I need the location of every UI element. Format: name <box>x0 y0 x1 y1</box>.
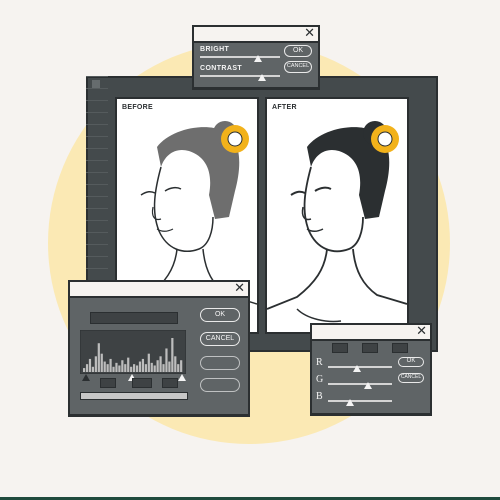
rgb-dialog: ✕ R G B OK CANCEL <box>310 323 432 415</box>
histogram-bar <box>147 353 150 372</box>
white-point-thumb[interactable] <box>178 374 186 381</box>
cancel-button[interactable]: CANCEL <box>398 373 424 383</box>
g-slider-thumb[interactable] <box>363 382 372 389</box>
histogram-bar <box>165 348 168 372</box>
contrast-slider-thumb[interactable] <box>258 74 267 81</box>
histogram-bar <box>162 364 165 372</box>
input-black-field[interactable] <box>100 378 116 388</box>
bright-slider-track <box>200 56 280 58</box>
contrast-label: CONTRAST <box>200 65 243 72</box>
histogram-bar <box>144 364 147 372</box>
close-icon[interactable]: ✕ <box>304 26 315 40</box>
dialog-title-bar: ✕ <box>194 26 318 43</box>
histogram-bar <box>177 364 180 372</box>
before-flower <box>221 125 249 153</box>
bright-slider-thumb[interactable] <box>253 55 262 62</box>
b-slider-track <box>328 400 392 402</box>
histogram-bar <box>94 356 97 372</box>
black-point-thumb[interactable] <box>82 374 90 381</box>
after-portrait <box>267 121 407 323</box>
histogram-bar <box>118 365 121 372</box>
b-slider-thumb[interactable] <box>346 399 355 406</box>
ok-button[interactable]: OK <box>398 357 424 367</box>
histogram-bar <box>88 358 92 372</box>
histogram-bar <box>180 360 183 372</box>
histogram-bar <box>124 364 127 372</box>
histogram-bar <box>135 365 139 372</box>
histogram-bar <box>112 366 115 372</box>
g-value-field[interactable] <box>362 343 378 353</box>
cancel-button[interactable]: CANCEL <box>284 61 312 73</box>
histogram-bar <box>83 368 86 372</box>
input-mid-field[interactable] <box>132 378 152 388</box>
histogram-bar <box>103 361 106 372</box>
histogram-bar <box>174 356 177 372</box>
histogram-bar <box>138 361 142 372</box>
histogram-bar <box>156 360 159 372</box>
histogram-bar <box>115 362 118 372</box>
histogram <box>80 330 186 374</box>
histogram-bar <box>168 361 171 372</box>
g-slider-track <box>328 383 392 385</box>
histogram-bar <box>130 366 133 372</box>
b-value-field[interactable] <box>392 343 408 353</box>
bright-label: BRIGHT <box>200 46 230 53</box>
histogram-bar <box>100 353 103 372</box>
brightness-contrast-dialog: ✕ BRIGHT CONTRAST OK CANCEL <box>192 25 320 89</box>
r-slider-thumb[interactable] <box>352 365 361 372</box>
close-icon[interactable]: ✕ <box>234 281 245 295</box>
histogram-bar <box>97 343 100 372</box>
output-levels-bar[interactable] <box>80 392 188 400</box>
blank-button-2[interactable] <box>200 378 240 392</box>
dialog-title-bar: ✕ <box>70 281 248 298</box>
blank-button[interactable] <box>200 356 240 370</box>
ok-button[interactable]: OK <box>200 308 240 322</box>
histogram-bar <box>85 364 89 372</box>
after-flower <box>371 125 399 153</box>
editor-corner-box <box>92 80 100 88</box>
r-value-field[interactable] <box>332 343 348 353</box>
histogram-bar <box>121 360 124 372</box>
b-label: B <box>316 391 323 402</box>
channel-select[interactable] <box>90 312 178 324</box>
histogram-bar <box>171 338 174 372</box>
histogram-bar <box>141 358 145 372</box>
r-label: R <box>316 357 323 368</box>
after-panel: AFTER <box>265 97 409 334</box>
ok-button[interactable]: OK <box>284 45 312 57</box>
histogram-bar <box>159 356 162 372</box>
dialog-title-bar: ✕ <box>312 324 430 341</box>
histogram-bar <box>109 358 112 372</box>
histogram-bar <box>150 362 153 372</box>
histogram-bar <box>127 357 130 372</box>
histogram-bar <box>106 364 109 372</box>
contrast-slider-track <box>200 75 280 77</box>
histogram-bar <box>153 365 156 372</box>
g-label: G <box>316 374 324 385</box>
cancel-button[interactable]: CANCEL <box>200 332 240 346</box>
histogram-bar <box>133 364 136 372</box>
input-white-field[interactable] <box>162 378 178 388</box>
close-icon[interactable]: ✕ <box>416 324 427 338</box>
histogram-bar <box>91 366 95 372</box>
levels-dialog: ✕ OK CANCEL <box>68 280 250 416</box>
